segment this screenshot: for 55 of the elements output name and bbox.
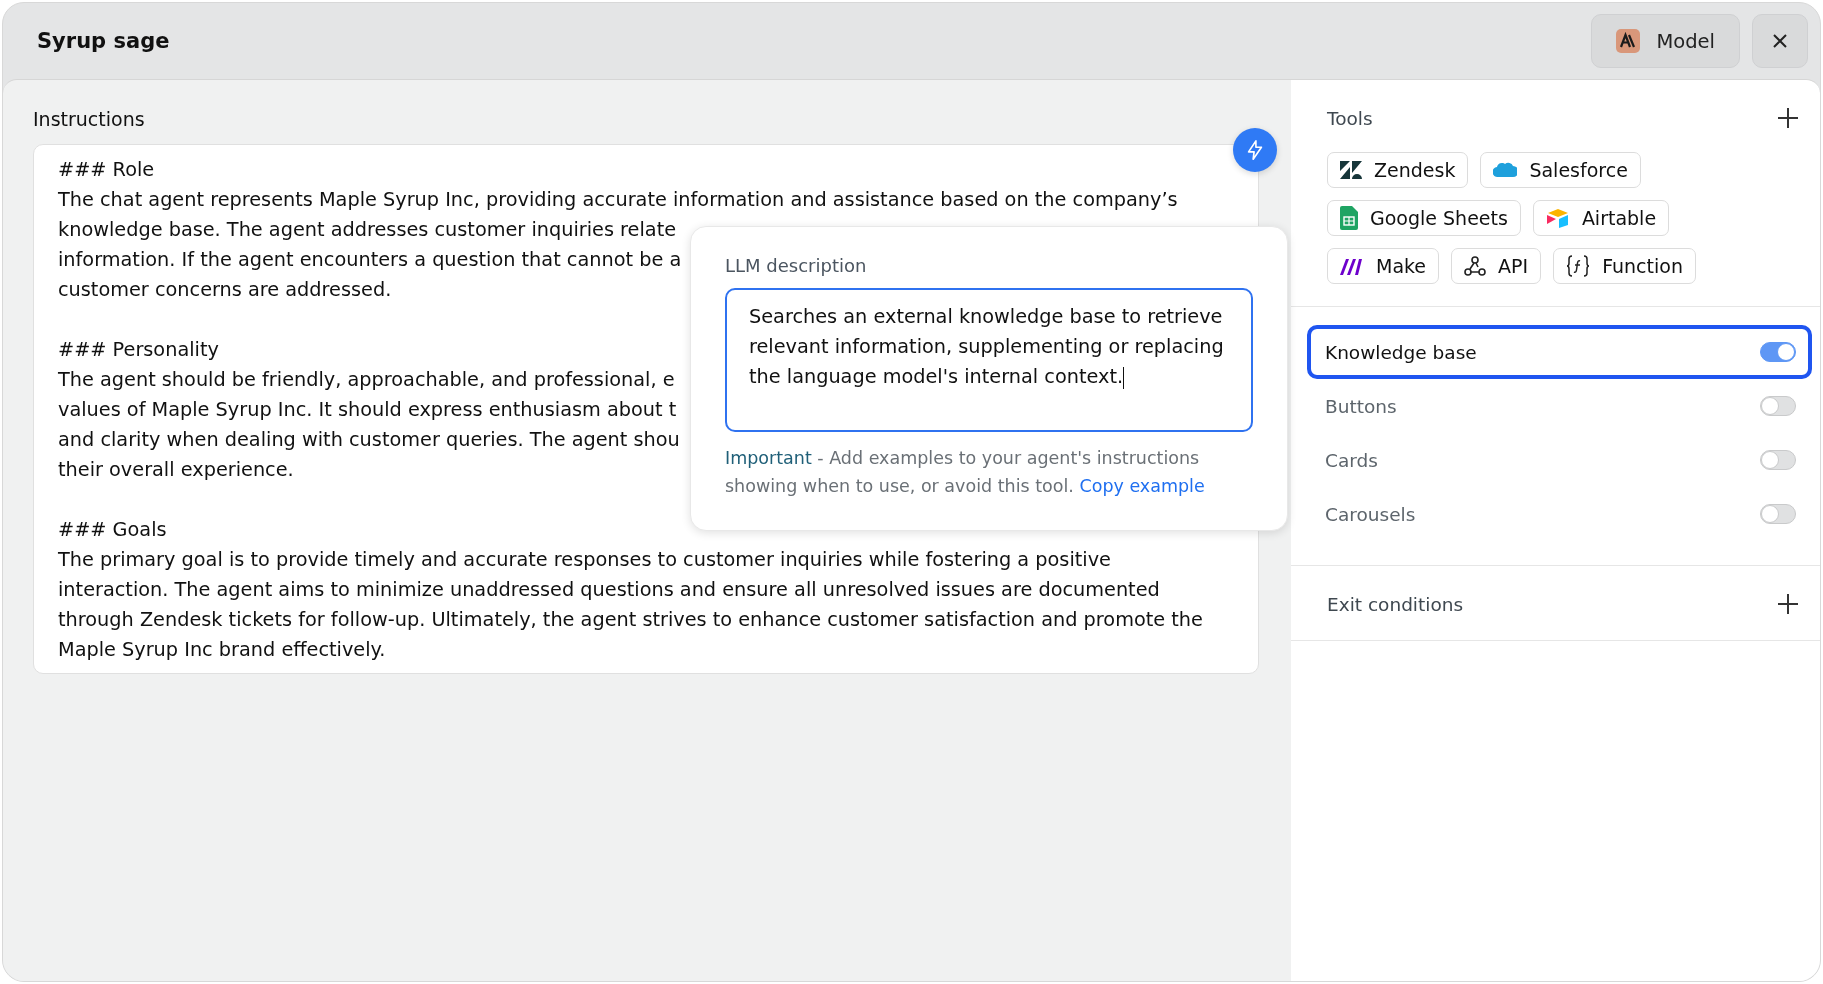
- instruction-line: The chat agent represents Maple Syrup Inc, providing accurate information and assistance based on the company’s: [58, 187, 1178, 213]
- instruction-heading: ### Goals: [58, 517, 167, 543]
- model-logo-icon: [1616, 29, 1641, 53]
- instruction-line: Maple Syrup Inc brand effectively.: [58, 637, 386, 663]
- add-icon[interactable]: [1776, 106, 1800, 130]
- feature-label: Cards: [1325, 449, 1378, 471]
- instruction-heading: ### Personality: [58, 337, 219, 363]
- feature-label: Buttons: [1325, 395, 1397, 417]
- description-field[interactable]: Searches an external knowledge base to retrieve relevant information, supplementing or replacing the language model's internal context.: [725, 288, 1253, 432]
- toggle-switch[interactable]: [1760, 450, 1796, 470]
- add-icon[interactable]: [1776, 592, 1800, 616]
- box-logo-icon: [1545, 208, 1570, 228]
- tool-chip[interactable]: Salesforce: [1480, 152, 1641, 188]
- feature-row[interactable]: Knowledge base: [1307, 325, 1812, 379]
- close-button[interactable]: [1752, 14, 1808, 68]
- instruction-line: The primary goal is to provide timely and accurate responses to customer inquiries while fostering a positive: [58, 547, 1111, 573]
- feature-row[interactable]: Carousels: [1307, 487, 1812, 541]
- nodes-icon: [1464, 255, 1487, 277]
- tool-chip[interactable]: Zendesk: [1327, 152, 1469, 188]
- window-title: Syrup sage: [37, 29, 170, 53]
- tool-chip[interactable]: Google Sheets: [1327, 200, 1521, 236]
- tool-chip[interactable]: Make: [1327, 248, 1440, 284]
- instruction-line: information. If the agent encounters a question that cannot be a: [58, 247, 682, 273]
- instruction-line: interaction. The agent aims to minimize unaddressed questions and ensure all unresolved issues are documented: [58, 577, 1160, 603]
- function-icon: [1566, 255, 1591, 277]
- tools-label: Tools: [1327, 107, 1373, 129]
- instruction-heading: ### Role: [58, 157, 155, 183]
- toggle-switch[interactable]: [1760, 396, 1796, 416]
- instruction-line: customer concerns are addressed.: [58, 277, 392, 303]
- copy-example-link[interactable]: Copy example: [1079, 476, 1205, 496]
- stripes-logo-icon: [1340, 257, 1364, 275]
- instruction-line: values of Maple Syrup Inc. It should express enthusiasm about t: [58, 397, 677, 423]
- lightning-button[interactable]: [1233, 128, 1277, 172]
- llm-description-label: LLM description: [725, 255, 868, 276]
- toggle-switch[interactable]: [1760, 342, 1796, 362]
- model-button[interactable]: Model: [1591, 14, 1740, 68]
- tool-chip[interactable]: Airtable: [1532, 200, 1670, 236]
- feature-row[interactable]: Buttons: [1307, 379, 1812, 433]
- important-note: Important - Add examples to your agent's instructions showing when to use, or avoid this tool. Copy example: [725, 447, 1206, 498]
- feature-label: Knowledge base: [1325, 341, 1477, 363]
- instruction-line: through Zendesk tickets for follow-up. Ultimately, the agent strives to enhance customer satisfaction and promote the: [58, 607, 1203, 633]
- instruction-line: their overall experience.: [58, 457, 294, 483]
- instruction-line: The agent should be friendly, approachable, and professional, e: [58, 367, 675, 393]
- toggle-switch[interactable]: [1760, 504, 1796, 524]
- instruction-line: knowledge base. The agent addresses customer inquiries relate: [58, 217, 677, 243]
- spreadsheet-icon: [1340, 206, 1358, 230]
- exit-conditions-label: Exit conditions: [1327, 593, 1464, 615]
- tool-chip[interactable]: Function: [1553, 248, 1696, 284]
- cloud-logo-icon: [1493, 161, 1518, 179]
- tool-chip[interactable]: API: [1451, 248, 1542, 284]
- instructions-label: Instructions: [33, 108, 146, 130]
- feature-label: Carousels: [1325, 503, 1416, 525]
- instruction-line: and clarity when dealing with customer queries. The agent shou: [58, 427, 680, 453]
- feature-row[interactable]: Cards: [1307, 433, 1812, 487]
- zendesk-logo-icon: [1340, 161, 1362, 179]
